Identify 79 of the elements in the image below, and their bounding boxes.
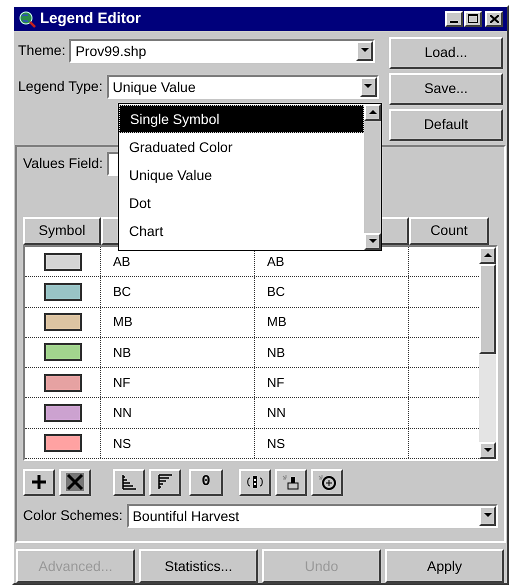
table-cell: NN xyxy=(101,398,255,428)
zero-button[interactable]: 0 xyxy=(189,468,223,496)
table-cell: MB xyxy=(101,308,255,337)
scroll-thumb[interactable] xyxy=(479,264,496,354)
minimize-icon xyxy=(450,20,458,23)
dropdown-arrow-button[interactable] xyxy=(479,506,496,526)
table-cell: NF xyxy=(101,368,255,398)
color-swatch[interactable] xyxy=(44,252,82,271)
close-button[interactable] xyxy=(485,10,503,27)
field-label: Color Schemes: xyxy=(23,506,123,526)
color-swatch[interactable] xyxy=(44,343,82,362)
refresh-button[interactable] xyxy=(311,468,343,496)
maximize-button[interactable] xyxy=(464,10,482,27)
scroll-up-button[interactable] xyxy=(479,246,496,264)
table-cell: NS xyxy=(255,428,409,458)
dropdown-option[interactable]: Graduated Color xyxy=(119,133,364,161)
sort-descending-button[interactable] xyxy=(149,468,181,496)
table-cell: BC xyxy=(255,277,409,306)
triangle-down-icon xyxy=(368,239,376,244)
dialog-button[interactable]: Apply xyxy=(385,549,504,583)
color-swatch[interactable] xyxy=(44,374,82,392)
dropdown-option[interactable]: Dot xyxy=(119,189,364,217)
window-title: Legend Editor xyxy=(40,8,142,29)
triangle-down-icon xyxy=(484,513,492,518)
sort-ascending-button[interactable] xyxy=(113,468,145,496)
table-cell: NS xyxy=(101,428,255,458)
globe-magnifier-icon xyxy=(18,10,36,28)
dialog-button[interactable]: Default xyxy=(389,108,503,141)
color-swatch[interactable] xyxy=(44,282,82,301)
table-cell: NN xyxy=(255,398,409,428)
field-label: Values Field: xyxy=(23,154,103,174)
scroll-up-button[interactable] xyxy=(364,104,381,121)
table-cell: MB xyxy=(255,308,409,337)
triangle-up-icon xyxy=(368,110,376,115)
list-scrollbar[interactable] xyxy=(364,104,381,250)
table-cell: NB xyxy=(101,338,255,368)
dialog-button[interactable]: Save... xyxy=(389,72,503,105)
field-label: Theme: xyxy=(18,41,66,60)
triangle-down-icon xyxy=(484,448,492,453)
color-swatch[interactable] xyxy=(44,404,82,422)
maximize-icon xyxy=(468,14,478,24)
triangle-down-icon xyxy=(360,48,369,54)
dialog-button[interactable]: Statistics... xyxy=(139,549,258,583)
swap-button[interactable] xyxy=(239,468,271,496)
dropdown-option[interactable]: Unique Value xyxy=(119,161,364,189)
scroll-down-button[interactable] xyxy=(479,442,496,459)
brush-button[interactable] xyxy=(275,468,307,496)
dropdown-arrow-button[interactable] xyxy=(356,40,374,61)
legend-type-dropdown[interactable]: Unique Value xyxy=(106,74,379,99)
triangle-down-icon xyxy=(364,84,372,90)
dropdown-option[interactable]: Chart xyxy=(119,217,364,245)
x-icon xyxy=(66,473,84,492)
sort-descending-icon xyxy=(157,474,173,490)
sort-ascending-icon xyxy=(121,474,137,490)
values-field-dropdown[interactable] xyxy=(106,152,119,176)
dropdown-arrow-button[interactable] xyxy=(360,76,377,97)
minimize-button[interactable] xyxy=(445,10,463,27)
delete-button[interactable] xyxy=(59,468,91,496)
close-icon xyxy=(490,14,498,23)
color-schemes-dropdown[interactable]: Bountiful Harvest xyxy=(126,504,498,528)
table-cell: BC xyxy=(101,277,255,306)
swap-icon xyxy=(246,474,264,490)
scroll-down-button[interactable] xyxy=(364,233,381,250)
theme-dropdown[interactable]: Prov99.shp xyxy=(69,38,376,63)
column-header: Symbol xyxy=(23,216,101,245)
field-label: Legend Type: xyxy=(18,77,103,96)
color-swatch[interactable] xyxy=(44,313,82,332)
refresh-icon xyxy=(318,474,336,490)
dialog-button[interactable]: Load... xyxy=(389,36,503,69)
add-button[interactable] xyxy=(23,468,55,496)
scrollbar[interactable] xyxy=(479,246,496,459)
color-swatch[interactable] xyxy=(44,434,82,452)
table-cell: NF xyxy=(255,368,409,398)
brush-icon xyxy=(282,474,300,490)
plus-icon xyxy=(31,474,47,490)
triangle-up-icon xyxy=(484,252,492,258)
table-cell: NB xyxy=(255,338,409,368)
dropdown-option[interactable]: Single Symbol xyxy=(119,105,364,133)
column-header: Count xyxy=(409,216,489,245)
